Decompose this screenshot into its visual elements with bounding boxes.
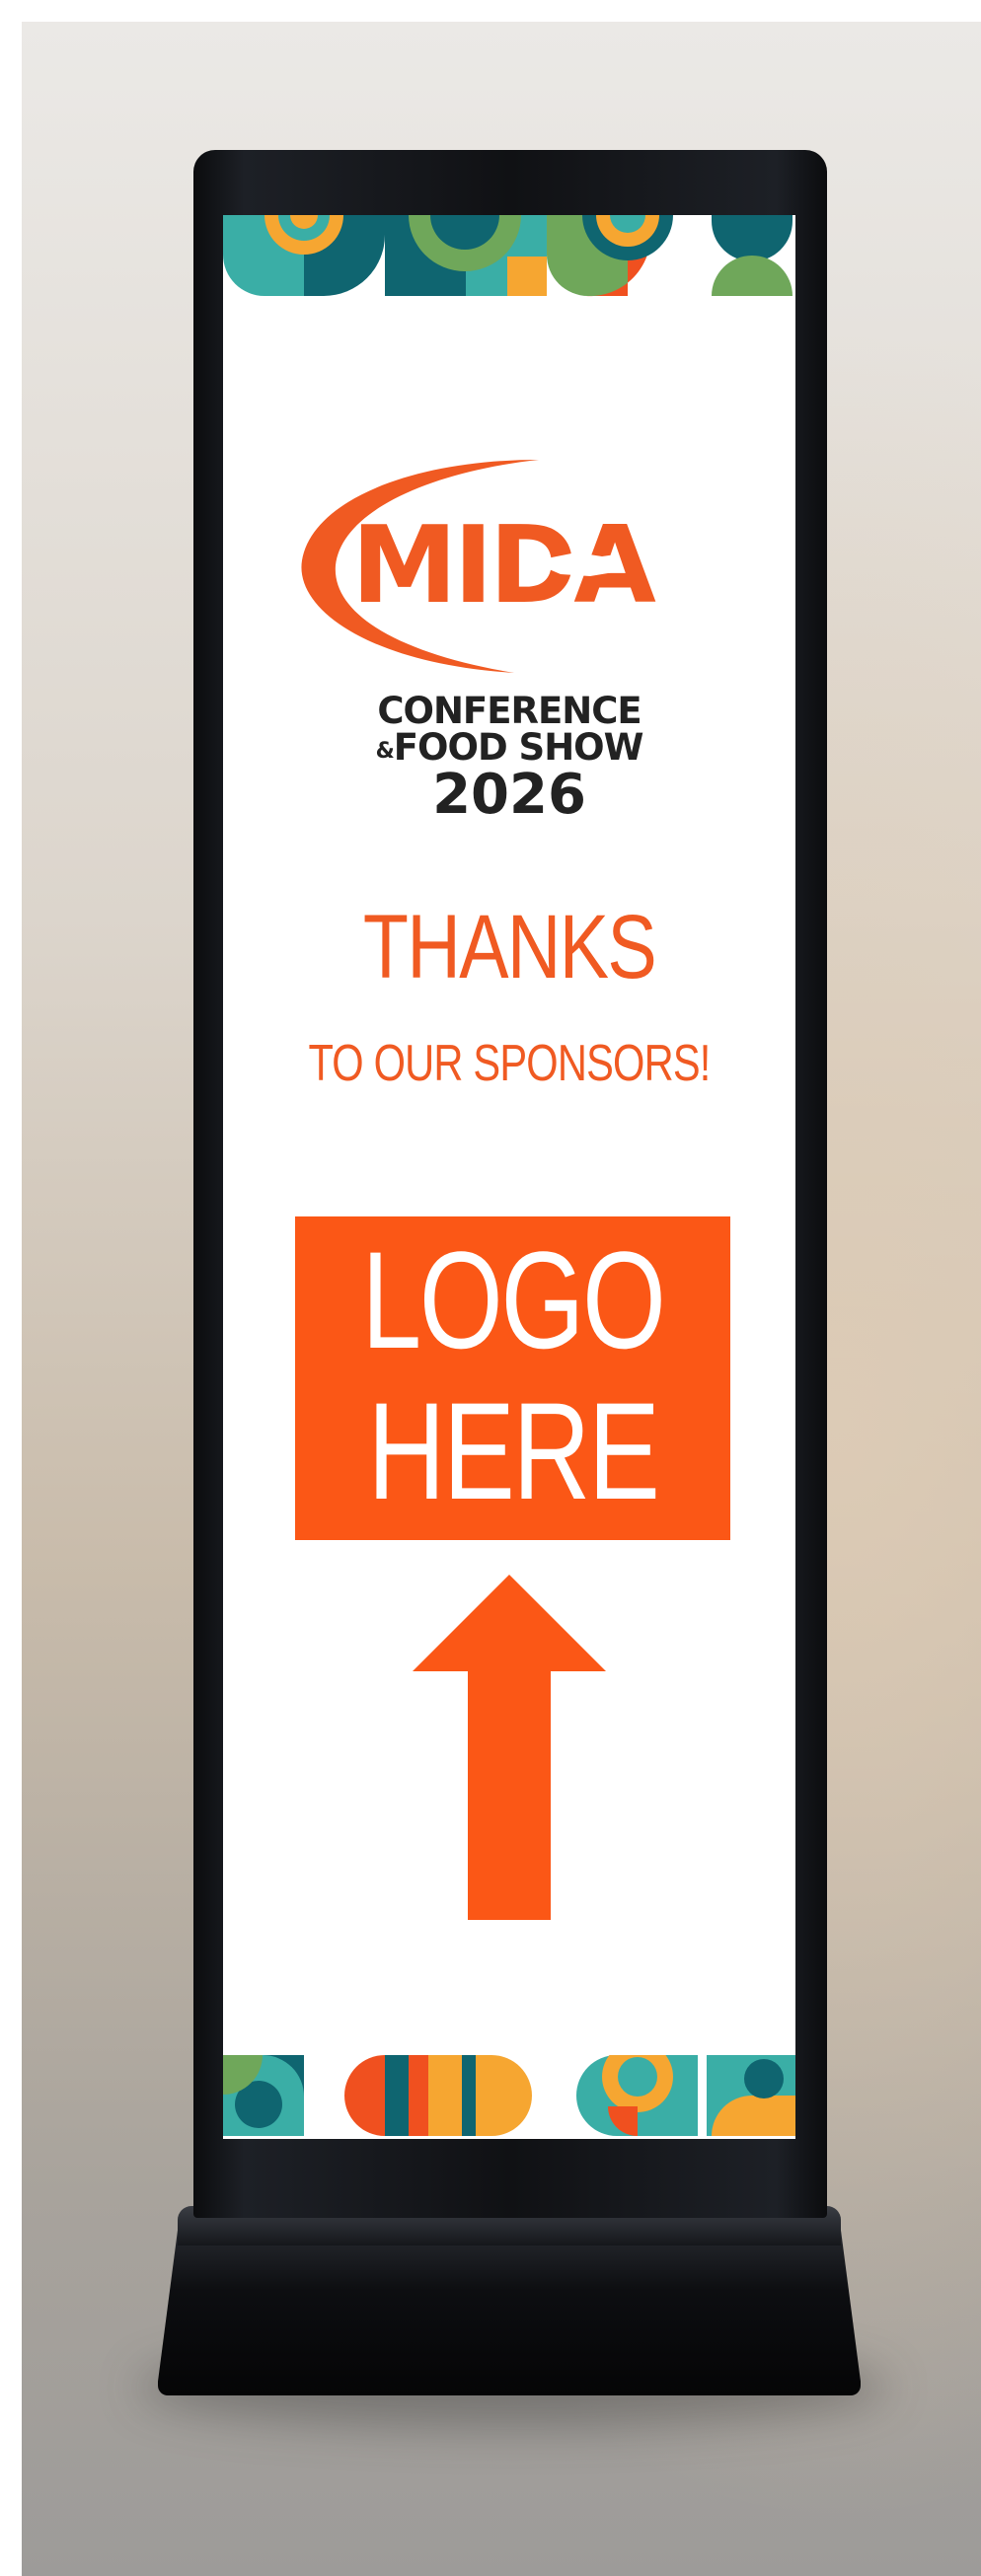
stand-base — [158, 2220, 861, 2395]
bottom-pattern-decoration — [223, 2055, 795, 2139]
mida-logo: MIDA — [301, 460, 660, 673]
event-year: 2026 — [432, 763, 586, 827]
banner-panel: MIDA CONFERENCE &FOOD SHOW 2026 THANKS T… — [223, 215, 795, 2139]
logo-placeholder: LOGO HERE — [295, 1216, 730, 1540]
sponsors-subhead: TO OUR SPONSORS! — [308, 1035, 711, 1092]
top-pattern-decoration — [223, 215, 795, 299]
thanks-headline: THANKS — [362, 897, 657, 997]
ampersand: & — [375, 739, 395, 764]
logo-placeholder-line2: HERE — [367, 1373, 659, 1528]
arrow-up-icon — [413, 1575, 606, 1920]
logo-placeholder-line1: LOGO — [361, 1222, 666, 1377]
